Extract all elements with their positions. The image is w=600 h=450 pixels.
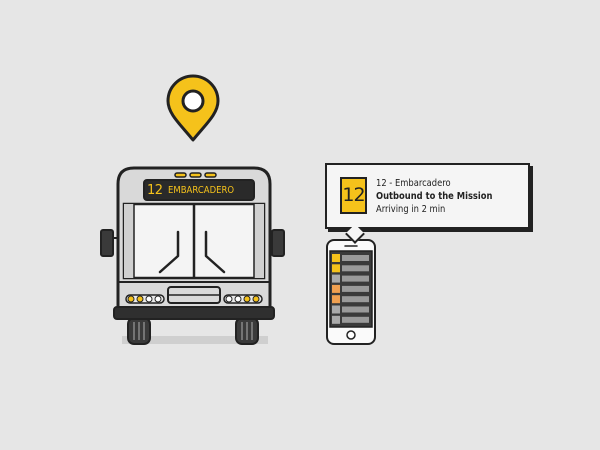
list-item-swatch	[332, 305, 340, 314]
list-item-swatch	[332, 284, 340, 293]
bus-destination-sign: 12 EMBARCADERO	[147, 181, 251, 199]
left-mirror	[100, 229, 114, 257]
list-item-bar	[342, 275, 369, 282]
list-item-swatch	[332, 295, 340, 304]
smartphone-illustration	[326, 239, 376, 345]
arrival-time-line: Arriving in 2 min	[376, 204, 446, 215]
arrival-notification-card[interactable]: 12 12 - Embarcadero Outbound to the Miss…	[325, 163, 530, 244]
list-item-swatch	[332, 254, 340, 262]
list-item-swatch	[332, 315, 340, 324]
list-item-bar	[342, 265, 369, 272]
home-button	[346, 330, 356, 340]
route-line: 12 - Embarcadero	[376, 178, 451, 189]
list-item-swatch	[332, 264, 340, 273]
list-item-bar	[342, 285, 369, 292]
bumper	[113, 306, 275, 320]
list-item-bar	[342, 255, 369, 261]
bus-route-number: 12	[147, 182, 163, 198]
list-item-bar	[342, 316, 369, 323]
arrival-details: 12 - Embarcadero Outbound to the Mission…	[376, 177, 492, 216]
direction-line: Outbound to the Mission	[376, 191, 493, 202]
list-item-swatch	[332, 274, 340, 283]
bus-destination: EMBARCADERO	[167, 184, 234, 196]
right-mirror	[271, 229, 285, 257]
route-badge: 12	[340, 177, 367, 214]
list-item-bar	[342, 306, 369, 313]
location-pin-icon	[166, 74, 220, 142]
list-item-bar	[342, 296, 369, 303]
